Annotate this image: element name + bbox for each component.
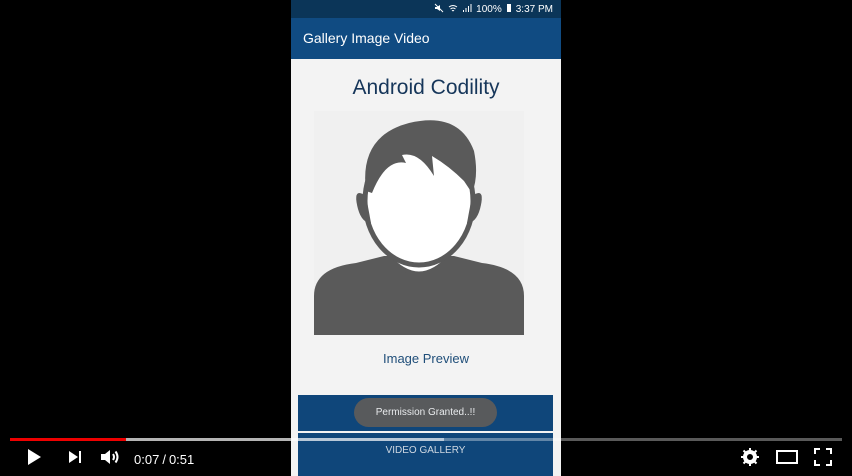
status-bar: 100% 3:37 PM [291, 0, 561, 18]
wifi-icon [448, 3, 458, 16]
mute-icon [434, 3, 444, 16]
volume-button[interactable] [99, 448, 121, 470]
status-icons: 100% 3:37 PM [434, 3, 553, 16]
next-button[interactable] [66, 448, 84, 470]
play-button[interactable] [24, 448, 44, 470]
image-preview-label: Image Preview [383, 351, 469, 366]
phone-screen: 100% 3:37 PM Gallery Image Video Android… [291, 0, 561, 476]
signal-icon [462, 3, 472, 16]
theater-icon [776, 449, 798, 469]
app-title: Gallery Image Video [303, 30, 430, 46]
theater-mode-button[interactable] [775, 448, 799, 470]
time-display: 0:07/0:51 [134, 452, 195, 467]
avatar-placeholder-icon [314, 111, 524, 335]
duration: 0:51 [168, 452, 195, 467]
status-time: 3:37 PM [515, 4, 553, 15]
buffered-progress [126, 438, 444, 441]
fullscreen-icon [814, 447, 832, 471]
volume-icon [99, 447, 121, 472]
gear-icon [741, 447, 759, 471]
video-controls: 0:07/0:51 [0, 444, 852, 476]
video-progress-bar[interactable] [10, 438, 842, 441]
battery-icon [506, 3, 512, 16]
battery-percent: 100% [476, 4, 502, 15]
play-icon [26, 448, 42, 471]
main-heading: Android Codility [352, 76, 500, 99]
fullscreen-button[interactable] [812, 447, 834, 471]
permission-toast: Permission Granted..!! [354, 398, 497, 427]
skip-next-icon [67, 449, 83, 470]
app-bar: Gallery Image Video [291, 18, 561, 59]
settings-button[interactable] [740, 447, 760, 471]
played-progress [10, 438, 126, 441]
main-content: Android Codility Image Preview VIDEO GAL… [291, 59, 561, 476]
image-preview [314, 111, 524, 335]
current-time: 0:07 [134, 452, 160, 467]
